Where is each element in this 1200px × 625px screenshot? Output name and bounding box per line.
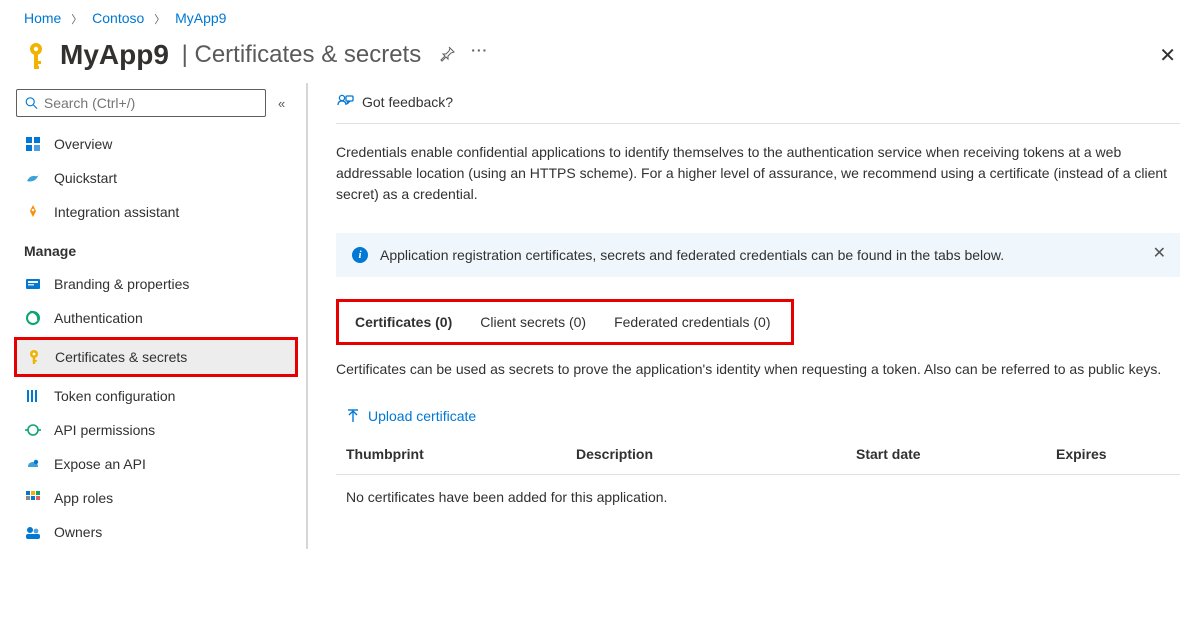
sidebar-item-label: Expose an API — [54, 456, 146, 472]
sidebar-item-label: Quickstart — [54, 170, 117, 186]
sidebar-item-integration[interactable]: Integration assistant — [16, 195, 304, 229]
expose-icon — [24, 455, 42, 473]
pin-icon[interactable] — [439, 46, 455, 65]
close-icon[interactable]: ✕ — [1159, 43, 1180, 68]
sidebar-item-overview[interactable]: Overview — [16, 127, 304, 161]
page-header: MyApp9 | Certificates & secrets ··· ✕ — [0, 33, 1200, 83]
sidebar-item-label: Token configuration — [54, 388, 175, 404]
page-subtitle: | Certificates & secrets — [175, 41, 421, 69]
highlight-tabs: Certificates (0) Client secrets (0) Fede… — [336, 299, 794, 345]
sidebar-item-label: API permissions — [54, 422, 155, 438]
more-icon[interactable]: ··· — [471, 42, 488, 58]
rocket-icon — [24, 203, 42, 221]
sidebar-item-label: Certificates & secrets — [55, 349, 187, 365]
sidebar-item-label: Overview — [54, 136, 112, 152]
sidebar-item-label: Integration assistant — [54, 204, 179, 220]
sidebar-item-label: Authentication — [54, 310, 143, 326]
info-text: Application registration certificates, s… — [380, 247, 1004, 263]
branding-icon — [24, 275, 42, 293]
sidebar-item-token[interactable]: Token configuration — [16, 379, 304, 413]
overview-icon — [24, 135, 42, 153]
col-thumbprint: Thumbprint — [346, 446, 576, 462]
sidebar-item-api-permissions[interactable]: API permissions — [16, 413, 304, 447]
sidebar-item-quickstart[interactable]: Quickstart — [16, 161, 304, 195]
upload-certificate-button[interactable]: Upload certificate — [336, 400, 1180, 438]
breadcrumb-org[interactable]: Contoso — [92, 10, 144, 26]
roles-icon — [24, 489, 42, 507]
table-header: Thumbprint Description Start date Expire… — [336, 438, 1180, 475]
breadcrumb: Home 〉 Contoso 〉 MyApp9 — [0, 0, 1200, 33]
credentials-description: Credentials enable confidential applicat… — [336, 142, 1180, 205]
sidebar-item-label: App roles — [54, 490, 113, 506]
owners-icon — [24, 523, 42, 541]
sidebar: « Overview Quickstart Integration assist… — [0, 83, 304, 549]
sidebar-item-owners[interactable]: Owners — [16, 515, 304, 549]
chevron-right-icon: 〉 — [71, 14, 82, 26]
sidebar-item-branding[interactable]: Branding & properties — [16, 267, 304, 301]
highlight-certificates-nav: Certificates & secrets — [14, 337, 298, 377]
api-icon — [24, 421, 42, 439]
tab-certificates[interactable]: Certificates (0) — [341, 304, 466, 340]
certificates-description: Certificates can be used as secrets to p… — [336, 359, 1180, 380]
sidebar-item-certificates[interactable]: Certificates & secrets — [17, 340, 295, 374]
key-icon — [24, 41, 48, 69]
col-expires: Expires — [1056, 446, 1170, 462]
key-icon — [25, 348, 43, 366]
sidebar-item-label: Owners — [54, 524, 102, 540]
info-banner: i Application registration certificates,… — [336, 233, 1180, 277]
sidebar-item-label: Branding & properties — [54, 276, 189, 292]
breadcrumb-home[interactable]: Home — [24, 10, 61, 26]
tab-federated-credentials[interactable]: Federated credentials (0) — [600, 304, 784, 340]
search-input[interactable] — [16, 89, 266, 117]
dismiss-icon[interactable]: ✕ — [1153, 243, 1166, 263]
feedback-label: Got feedback? — [362, 94, 453, 110]
auth-icon — [24, 309, 42, 327]
quickstart-icon — [24, 169, 42, 187]
upload-label: Upload certificate — [368, 408, 476, 424]
table-empty-message: No certificates have been added for this… — [336, 475, 1180, 519]
breadcrumb-app[interactable]: MyApp9 — [175, 10, 226, 26]
collapse-icon[interactable]: « — [278, 96, 285, 111]
token-icon — [24, 387, 42, 405]
sidebar-item-app-roles[interactable]: App roles — [16, 481, 304, 515]
sidebar-section-manage: Manage — [16, 229, 304, 267]
tab-client-secrets[interactable]: Client secrets (0) — [466, 304, 600, 340]
info-icon: i — [352, 247, 368, 263]
col-description: Description — [576, 446, 856, 462]
main-content: Got feedback? Credentials enable confide… — [306, 83, 1200, 549]
chevron-right-icon: 〉 — [154, 14, 165, 26]
sidebar-item-expose-api[interactable]: Expose an API — [16, 447, 304, 481]
sidebar-item-authentication[interactable]: Authentication — [16, 301, 304, 335]
col-start-date: Start date — [856, 446, 1056, 462]
feedback-button[interactable]: Got feedback? — [336, 83, 1180, 124]
page-title: MyApp9 — [60, 39, 169, 71]
